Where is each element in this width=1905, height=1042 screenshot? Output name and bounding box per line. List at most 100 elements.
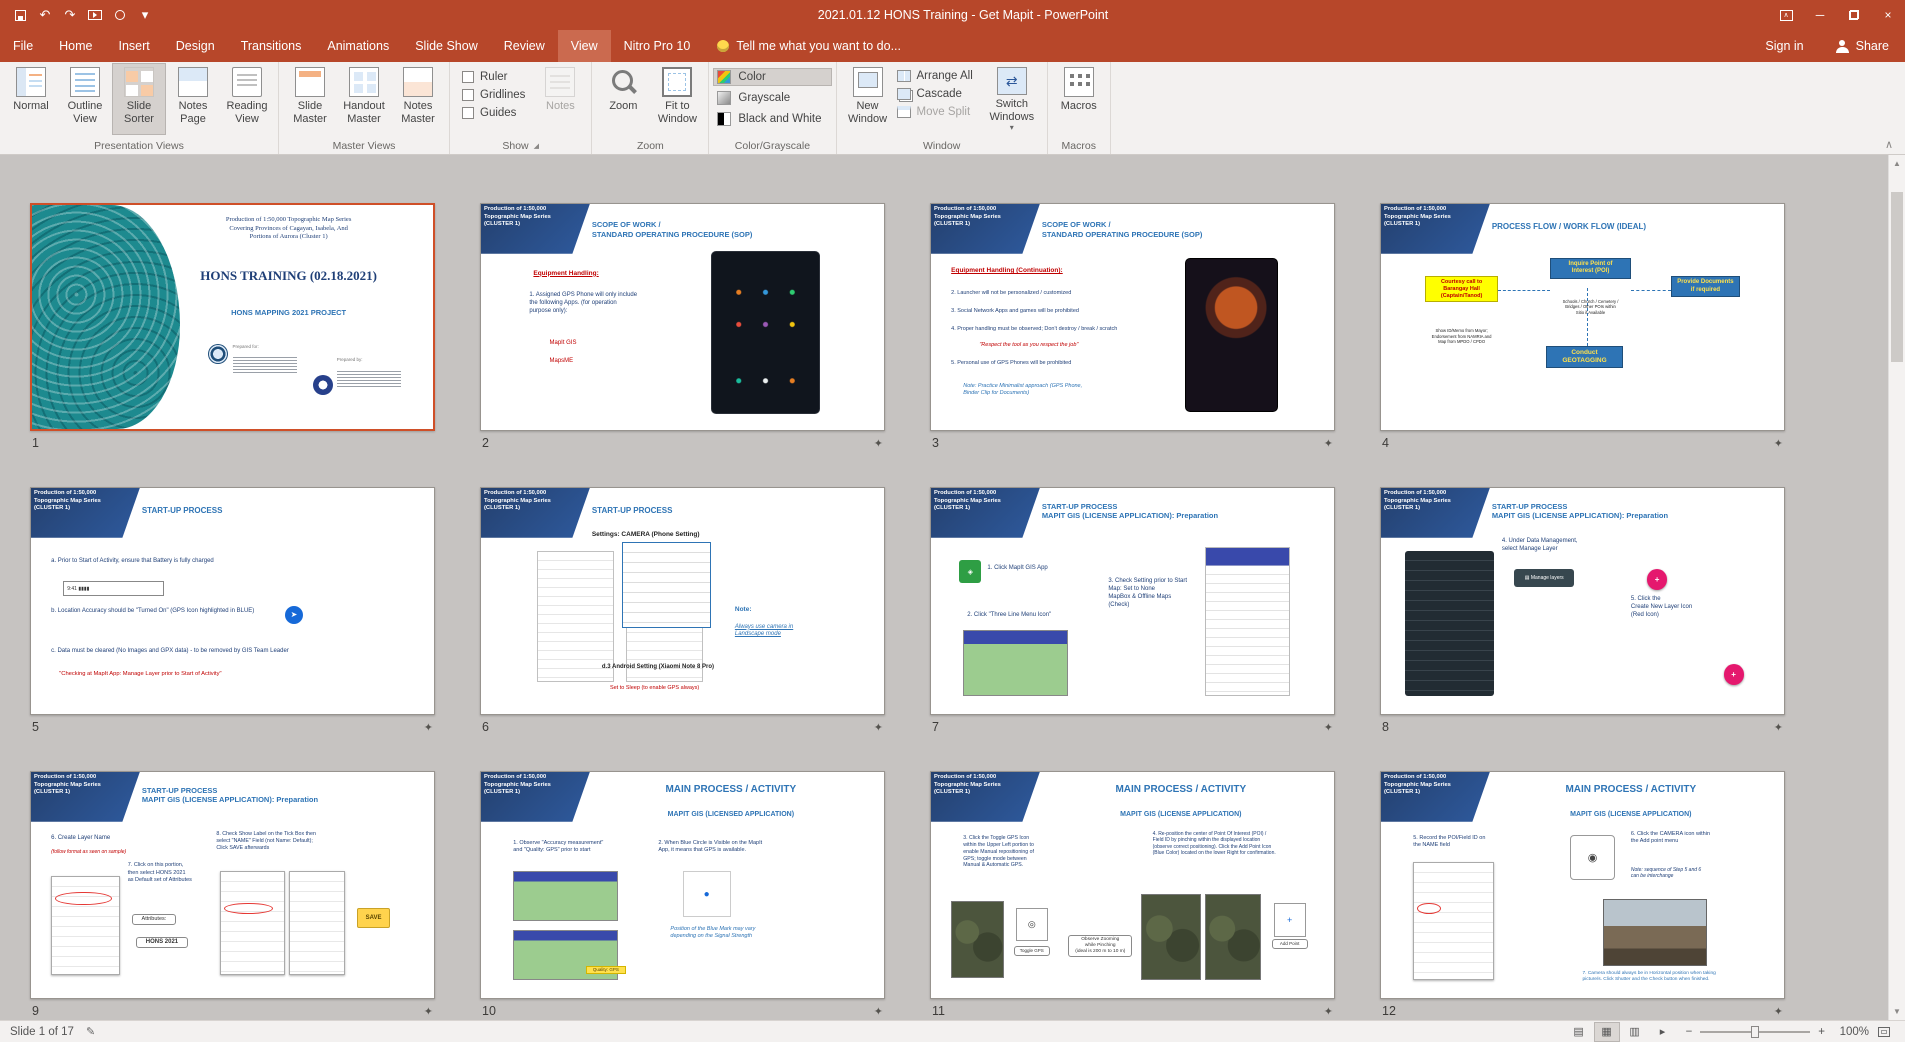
slide-sorter-button[interactable]: Slide Sorter (112, 63, 166, 135)
zoom-button[interactable]: Zoom (596, 63, 650, 135)
slide-cell-3: Production of 1:50,000 Topographic Map Se… (930, 203, 1335, 450)
switch-windows-button[interactable]: ⇄ Switch Windows ▾ (981, 63, 1043, 135)
guides-checkbox[interactable]: Guides (462, 107, 525, 119)
group-label-master-views: Master Views (332, 139, 396, 152)
slide-thumbnail-1[interactable]: Production of 1:50,000 Topographic Map S… (30, 203, 435, 431)
touch-mode-icon[interactable] (108, 3, 132, 27)
notes-master-label: Notes Master (401, 100, 435, 125)
transition-star-icon: ✦ (423, 1005, 433, 1018)
save-icon[interactable] (8, 3, 32, 27)
slide-note: Position of the Blue Mark may vary depend… (670, 925, 756, 939)
handout-master-button[interactable]: Handout Master (337, 63, 391, 135)
arrange-all-button[interactable]: Arrange All (895, 69, 981, 83)
cascade-button[interactable]: Cascade (895, 87, 981, 101)
slide-badge: Production of 1:50,000 Topographic Map Se… (481, 488, 590, 538)
slide-thumbnail-4[interactable]: Production of 1:50,000 Topographic Map Se… (1380, 203, 1785, 431)
black-and-white-button[interactable]: Black and White (713, 110, 831, 128)
share-button[interactable]: Share (1820, 30, 1905, 62)
tab-file[interactable]: File (0, 30, 46, 62)
scrollbar-thumb[interactable] (1891, 192, 1903, 362)
qat-customize-icon[interactable]: ▾ (133, 3, 157, 27)
close-button[interactable]: × (1871, 0, 1905, 30)
status-slideshow-button[interactable]: ▸ (1650, 1022, 1676, 1042)
undo-icon[interactable]: ↶ (33, 3, 57, 27)
restore-button[interactable] (1837, 0, 1871, 30)
slide-thumbnail-6[interactable]: Production of 1:50,000 Topographic Map Se… (480, 487, 885, 715)
normal-view-button[interactable]: Normal (4, 63, 58, 135)
ribbon-tabs: File Home Insert Design Transitions Animation… (0, 30, 703, 62)
notes-page-button[interactable]: Notes Page (166, 63, 220, 135)
macros-button[interactable]: Macros (1052, 63, 1106, 135)
zoom-out-button[interactable]: − (1686, 1026, 1693, 1038)
zoom-percentage[interactable]: 100% (1835, 1026, 1869, 1038)
sign-in-link[interactable]: Sign in (1749, 30, 1819, 62)
tab-design[interactable]: Design (163, 30, 228, 62)
slide-title: SCOPE OF WORK / STANDARD OPERATING PROCED… (591, 219, 753, 239)
switch-windows-label: Switch Windows (989, 98, 1035, 123)
slide-thumbnail-7[interactable]: Production of 1:50,000 Topographic Map Se… (930, 487, 1335, 715)
tab-animations[interactable]: Animations (314, 30, 402, 62)
slide-sorter-icon (124, 67, 154, 97)
slide-footer-4: 4 ✦ (1380, 431, 1785, 450)
tab-slide-show[interactable]: Slide Show (402, 30, 491, 62)
scrollbar-track[interactable] (1889, 172, 1905, 1003)
zoom-in-button[interactable]: + (1818, 1026, 1825, 1038)
slide-thumbnail-12[interactable]: Production of 1:50,000 Topographic Map Se… (1380, 771, 1785, 999)
slide-thumbnail-9[interactable]: Production of 1:50,000 Topographic Map Se… (30, 771, 435, 999)
slide-heading: Equipment Handling (Continuation): (951, 267, 1063, 275)
tab-home[interactable]: Home (46, 30, 105, 62)
reading-view-button[interactable]: Reading View (220, 63, 274, 135)
tab-nitro-pro-10[interactable]: Nitro Pro 10 (611, 30, 704, 62)
vertical-scrollbar[interactable]: ▲ ▼ (1888, 155, 1905, 1020)
slide-master-button[interactable]: Slide Master (283, 63, 337, 135)
slide-thumbnail-2[interactable]: Production of 1:50,000 Topographic Map Se… (480, 203, 885, 431)
gridlines-checkbox[interactable]: Gridlines (462, 89, 525, 101)
new-window-button[interactable]: New Window (841, 63, 895, 135)
group-macros: Macros Macros (1048, 62, 1111, 154)
ribbon-display-options-icon[interactable]: ∧ (1769, 0, 1803, 30)
show-dialog-launcher-icon[interactable]: ◢ (534, 142, 539, 150)
slide-number: 12 (1382, 1004, 1396, 1018)
grayscale-button[interactable]: Grayscale (713, 89, 831, 107)
outline-view-button[interactable]: Outline View (58, 63, 112, 135)
fit-to-window-button[interactable]: Fit to Window (650, 63, 704, 135)
slide-thumbnail-10[interactable]: Production of 1:50,000 Topographic Map Se… (480, 771, 885, 999)
fit-slide-to-window-button[interactable] (1871, 1022, 1897, 1042)
redo-icon[interactable]: ↷ (58, 3, 82, 27)
notes-pencil-icon[interactable]: ✎ (86, 1025, 95, 1038)
transition-star-icon: ✦ (873, 721, 883, 734)
color-button[interactable]: Color (713, 68, 832, 86)
tab-review[interactable]: Review (491, 30, 558, 62)
slide-thumbnail-5[interactable]: Production of 1:50,000 Topographic Map Se… (30, 487, 435, 715)
zoom-slider-thumb[interactable] (1751, 1025, 1760, 1038)
collapse-ribbon-icon[interactable]: ∧ (1885, 138, 1893, 151)
status-normal-view-button[interactable]: ▤ (1566, 1022, 1592, 1042)
slide-badge: Production of 1:50,000 Topographic Map Se… (31, 772, 140, 822)
map-screenshot (963, 630, 1068, 696)
transition-star-icon: ✦ (1773, 1005, 1783, 1018)
tell-me-box[interactable]: Tell me what you want to do... (717, 30, 901, 62)
slide-text: 7. Camera should always be in Horizontal… (1582, 970, 1716, 983)
slide-cell-12: Production of 1:50,000 Topographic Map Se… (1380, 771, 1785, 1018)
status-slide-sorter-button[interactable]: ▦ (1593, 1021, 1620, 1042)
slide-text: d.3 Android Setting (Xiaomi Note 8 Pro) (601, 664, 715, 671)
notes-master-button[interactable]: Notes Master (391, 63, 445, 135)
tab-insert[interactable]: Insert (106, 30, 163, 62)
slide-text: 6. Create Layer Name (51, 835, 111, 842)
tab-transitions[interactable]: Transitions (228, 30, 315, 62)
slide-thumbnail-3[interactable]: Production of 1:50,000 Topographic Map Se… (930, 203, 1335, 431)
slide-text: c. Data must be cleared (No Images and G… (51, 648, 289, 655)
minimize-button[interactable]: ─ (1803, 0, 1837, 30)
slide-thumbnail-8[interactable]: Production of 1:50,000 Topographic Map Se… (1380, 487, 1785, 715)
start-from-beginning-icon[interactable] (83, 3, 107, 27)
ruler-checkbox[interactable]: Ruler (462, 71, 525, 83)
status-reading-view-button[interactable]: ▥ (1622, 1022, 1648, 1042)
restore-glyph (1849, 10, 1859, 20)
scroll-up-icon[interactable]: ▲ (1889, 155, 1905, 172)
slide-text: 5. Record the POI/Field ID on the NAME fi… (1413, 835, 1486, 849)
zoom-slider[interactable] (1700, 1025, 1811, 1038)
tab-view[interactable]: View (557, 30, 611, 62)
slide-thumbnail-11[interactable]: Production of 1:50,000 Topographic Map Se… (930, 771, 1335, 999)
slide-cell-1: Production of 1:50,000 Topographic Map S… (30, 203, 435, 450)
scroll-down-icon[interactable]: ▼ (1889, 1003, 1905, 1020)
